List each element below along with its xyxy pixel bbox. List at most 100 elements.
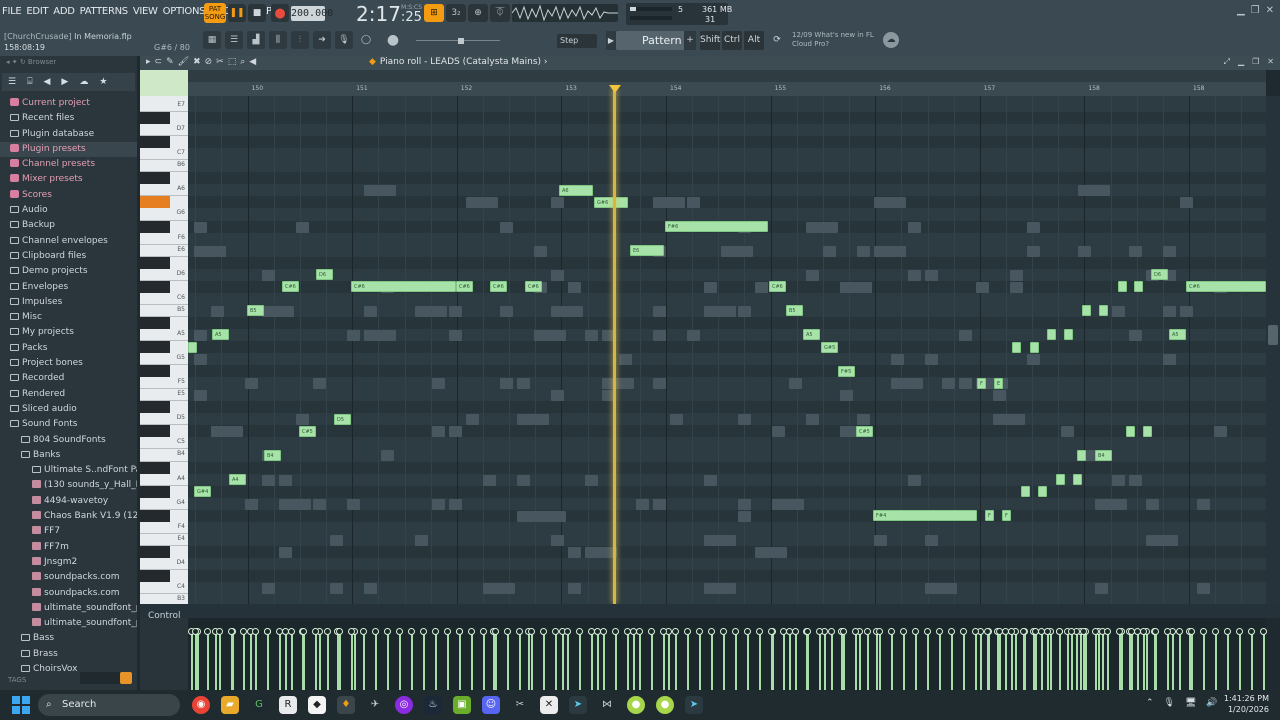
ctrl-key[interactable]: Ctrl <box>722 31 742 50</box>
note[interactable]: E <box>994 377 1003 389</box>
menu-options[interactable]: OPTIONS <box>163 6 206 17</box>
velocity-bar[interactable] <box>789 632 791 690</box>
app-arrow-icon[interactable]: ➤ <box>569 696 587 714</box>
velocity-handle[interactable] <box>588 628 595 635</box>
velocity-handle[interactable] <box>1176 628 1183 635</box>
taskbar-search[interactable]: ⌕ Search <box>38 694 180 716</box>
velocity-handle[interactable] <box>528 628 535 635</box>
velocity-bar[interactable] <box>1035 632 1037 690</box>
browser-star-icon[interactable]: ★ <box>99 77 107 87</box>
velocity-handle[interactable] <box>432 628 439 635</box>
velocity-handle[interactable] <box>1128 628 1135 635</box>
velocity-bar[interactable] <box>915 632 917 690</box>
select-icon[interactable]: ⬚ <box>228 57 237 67</box>
velocity-bar[interactable] <box>807 632 809 690</box>
playhead[interactable] <box>613 88 616 604</box>
velocity-bar[interactable] <box>447 632 449 690</box>
velocity-handle[interactable] <box>552 628 559 635</box>
velocity-handle[interactable] <box>396 628 403 635</box>
black-key[interactable] <box>140 425 170 438</box>
velocity-bar[interactable] <box>1143 632 1145 690</box>
note[interactable] <box>1056 474 1065 486</box>
velocity-bar[interactable] <box>879 632 881 690</box>
note[interactable] <box>1134 281 1143 293</box>
velocity-bar[interactable] <box>927 632 929 690</box>
note[interactable] <box>1118 281 1127 293</box>
browser-back-icon[interactable]: ◀ <box>43 77 50 87</box>
browser-item[interactable]: Impulses <box>0 295 137 310</box>
velocity-bar[interactable] <box>1155 632 1157 690</box>
velocity-bar[interactable] <box>639 632 641 690</box>
velocity-bar[interactable] <box>603 632 605 690</box>
note[interactable]: F <box>977 377 986 389</box>
pattern-add-button[interactable]: + <box>684 31 696 50</box>
browser-item[interactable]: Scores <box>0 188 137 203</box>
master-slider[interactable] <box>416 38 500 44</box>
snap-select[interactable]: Step <box>557 34 597 48</box>
browser-item[interactable]: Channel presets <box>0 157 137 172</box>
velocity-bar[interactable] <box>411 632 413 690</box>
black-key[interactable] <box>140 545 170 558</box>
velocity-bar[interactable] <box>528 632 530 690</box>
velocity-bar[interactable] <box>231 632 233 690</box>
velocity-handle[interactable] <box>192 628 199 635</box>
windows-start-icon[interactable] <box>12 696 30 714</box>
velocity-handle[interactable] <box>900 628 907 635</box>
velocity-bar[interactable] <box>319 632 321 690</box>
velocity-bar[interactable] <box>303 632 305 690</box>
velocity-bar[interactable] <box>1119 632 1121 690</box>
velocity-bar[interactable] <box>975 632 977 690</box>
velocity-bar[interactable] <box>219 632 221 690</box>
record-button[interactable]: ● <box>271 4 289 22</box>
velocity-handle[interactable] <box>1044 628 1051 635</box>
note[interactable]: A5 <box>212 329 229 341</box>
velocity-handle[interactable] <box>444 628 451 635</box>
velocity-bar[interactable] <box>285 632 287 690</box>
velocity-bar[interactable] <box>747 632 749 690</box>
velocity-bar[interactable] <box>1102 632 1104 690</box>
browser-tree-icon[interactable]: ⌸ <box>27 77 32 87</box>
velocity-bar[interactable] <box>531 632 533 690</box>
pr-menu-icon[interactable]: ▸ <box>146 57 151 67</box>
network-icon[interactable]: 🖥 <box>1185 698 1196 708</box>
browser-item[interactable]: Chaos Bank V1.9 (12Mb) <box>0 509 137 524</box>
velocity-bar[interactable] <box>951 632 953 690</box>
app-r-icon[interactable]: R <box>279 696 297 714</box>
note[interactable]: A5 <box>803 329 820 341</box>
velocity-bar[interactable] <box>711 632 713 690</box>
velocity-handle[interactable] <box>696 628 703 635</box>
note[interactable] <box>1064 329 1073 341</box>
taskbar-clock[interactable]: 1:41:26 PM 1/20/2026 <box>1224 693 1269 715</box>
velocity-bar[interactable] <box>859 632 861 690</box>
note[interactable]: E6 <box>630 245 664 257</box>
note[interactable]: B5 <box>786 305 803 317</box>
note[interactable]: B4 <box>1095 449 1112 461</box>
velocity-handle[interactable] <box>204 628 211 635</box>
velocity-bar[interactable] <box>1067 632 1069 690</box>
vertical-scrollbar[interactable] <box>1266 96 1280 604</box>
app-green-icon[interactable]: ▣ <box>453 696 471 714</box>
browser-item[interactable]: ultimate_soundfont_pack <box>0 616 137 631</box>
note[interactable]: C#6 <box>351 281 456 293</box>
velocity-handle[interactable] <box>1008 628 1015 635</box>
pat-song-toggle[interactable]: PAT SONG <box>204 3 226 23</box>
velocity-handle[interactable] <box>840 628 847 635</box>
note[interactable] <box>188 341 197 353</box>
browser-item[interactable]: Sliced audio <box>0 402 137 417</box>
menu-add[interactable]: ADD <box>53 6 75 17</box>
velocity-bar[interactable] <box>1131 632 1133 690</box>
browser-item[interactable]: My projects <box>0 325 137 340</box>
velocity-handle[interactable] <box>336 628 343 635</box>
velocity-bar[interactable] <box>903 632 905 690</box>
pr-close-icon[interactable]: ✕ <box>1267 57 1274 67</box>
velocity-bar[interactable] <box>1080 632 1082 690</box>
tray-chevron-icon[interactable]: ⌃ <box>1146 698 1154 708</box>
app-x-icon[interactable]: ✕ <box>540 696 558 714</box>
note[interactable]: G#4 <box>194 486 211 498</box>
browser-item[interactable]: Clipboard files <box>0 249 137 264</box>
browser-item[interactable]: Recent files <box>0 111 137 126</box>
browser-item[interactable]: Sound Fonts <box>0 417 137 432</box>
chrome-icon[interactable]: ◉ <box>192 696 210 714</box>
browser-item[interactable]: Plugin database <box>0 127 137 142</box>
velocity-bar[interactable] <box>423 632 425 690</box>
